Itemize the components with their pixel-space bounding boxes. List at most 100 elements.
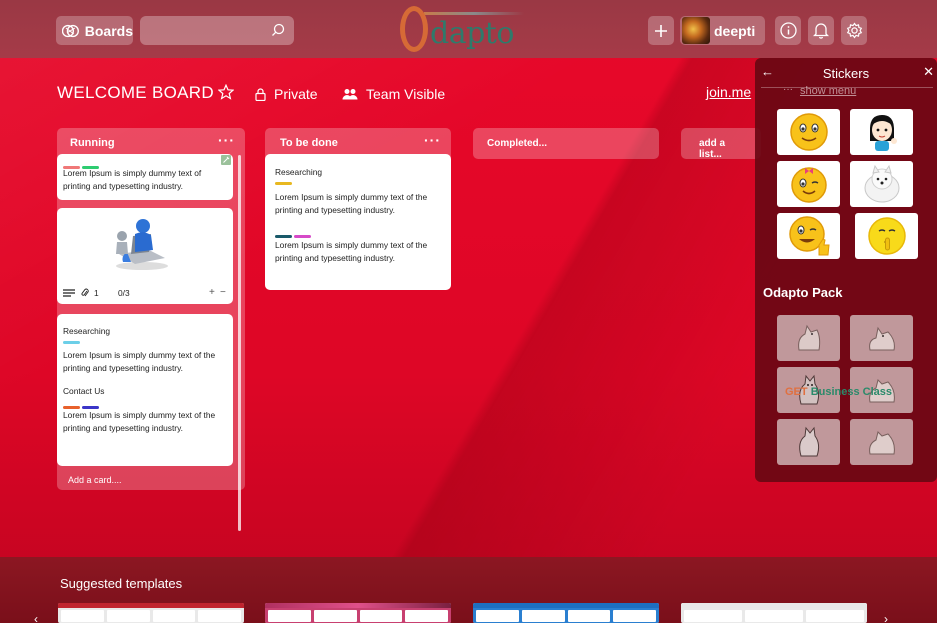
close-icon[interactable]: ✕ (923, 64, 934, 80)
lock-icon (255, 87, 266, 101)
notifications-button[interactable] (808, 16, 834, 45)
boards-icon (62, 24, 79, 37)
add-button[interactable] (648, 16, 674, 45)
sticker-smiley-face[interactable] (777, 109, 840, 155)
attachment-icon (81, 288, 89, 297)
list-title: Completed... (487, 138, 548, 149)
list-menu-button[interactable]: ··· (424, 132, 441, 148)
list-running: Running ··· Lorem Ipsum is simply dummy … (57, 128, 245, 531)
get-business-class-overlay[interactable]: GET Business Class (785, 386, 892, 398)
minus-icon[interactable]: − (220, 286, 226, 299)
business-class-label: Business Class (810, 386, 893, 398)
attachment-count: 1 (94, 288, 99, 298)
logo-text: dapto (430, 16, 514, 51)
card-text: Lorem Ipsum is simply dummy text of the … (275, 240, 428, 263)
visibility-label: Team Visible (366, 86, 446, 102)
template-thumbnail[interactable] (265, 603, 451, 623)
card[interactable]: 1 0/3 + − (57, 208, 233, 304)
description-icon (63, 289, 75, 297)
dog-sketch-icon (868, 326, 895, 351)
top-header: Boards dapto deepti (0, 0, 937, 58)
stickers-panel: ← Stickers ✕ ··· show menu Odapto Pack G… (755, 58, 937, 482)
odapto-logo[interactable]: dapto (400, 4, 525, 56)
list-title[interactable]: To be done (280, 137, 338, 149)
card-title: Contact Us (63, 386, 105, 396)
dog-sketch-icon (798, 426, 819, 457)
add-list-label: add a list... (699, 138, 726, 160)
checklist-count: 0/3 (118, 288, 130, 298)
list-title[interactable]: Running (70, 137, 115, 149)
dog-sketch-icon (868, 431, 895, 455)
label-bar (63, 341, 80, 344)
star-icon[interactable] (218, 84, 234, 100)
sticker-white-dog[interactable] (850, 161, 913, 207)
template-thumbnail[interactable] (681, 603, 867, 623)
card[interactable]: Researching Lorem Ipsum is simply dummy … (57, 314, 233, 466)
list-scrollbar[interactable] (238, 155, 241, 531)
list-menu-button[interactable]: ··· (218, 132, 235, 148)
show-menu-link[interactable]: show menu (800, 85, 856, 97)
plus-icon[interactable]: + (209, 286, 215, 299)
template-thumbnail[interactable] (473, 603, 659, 623)
info-icon (779, 22, 797, 39)
chevron-left-icon[interactable]: ‹ (34, 612, 38, 623)
list-completed[interactable]: Completed... (473, 128, 659, 159)
boards-label: Boards (84, 22, 133, 39)
settings-button[interactable] (841, 16, 867, 45)
card-text: Lorem Ipsum is simply dummy text of prin… (63, 168, 202, 191)
board-title[interactable]: WELCOME BOARD (57, 83, 214, 103)
bell-icon (813, 23, 829, 39)
get-label: GET (785, 386, 808, 398)
search-icon[interactable] (271, 23, 285, 37)
user-menu-button[interactable]: deepti (680, 16, 765, 45)
figure-at-laptop-image (116, 219, 168, 270)
card-text: Lorem Ipsum is simply dummy text of the … (63, 350, 216, 373)
sticker-shush-smiley[interactable] (855, 213, 918, 259)
avatar (682, 17, 710, 44)
white-dog-icon (864, 164, 899, 203)
logo-swoosh (424, 12, 524, 15)
dog-sketch-icon (797, 324, 820, 351)
search-input[interactable] (140, 16, 260, 45)
sticker-girl-cartoon[interactable] (850, 109, 913, 155)
card-title: Researching (275, 167, 323, 177)
pack-sticker[interactable] (850, 419, 913, 465)
winking-smiley-icon (790, 167, 827, 203)
card-title: Researching (63, 326, 111, 336)
boards-button[interactable]: Boards (56, 16, 133, 45)
girl-cartoon-icon (869, 115, 897, 151)
team-icon (342, 89, 358, 100)
pack-sticker[interactable] (777, 419, 840, 465)
template-thumbnail[interactable] (58, 603, 244, 623)
pack-sticker[interactable] (850, 315, 913, 361)
show-menu-dots: ··· (783, 84, 793, 95)
logo-o-mark (400, 6, 428, 52)
add-card-button[interactable]: Add a card.... (68, 475, 122, 485)
smiley-face-icon (789, 113, 828, 151)
thumbs-up-smiley-icon (788, 216, 830, 256)
add-list-button[interactable]: add a list... (681, 128, 761, 160)
sticker-winking-smiley[interactable] (777, 161, 840, 207)
chevron-right-icon[interactable]: › (884, 612, 888, 623)
shush-smiley-icon (867, 217, 906, 255)
user-name: deepti (714, 22, 756, 39)
stickers-title: Stickers (822, 66, 870, 81)
gear-icon (846, 22, 862, 39)
privacy-label: Private (274, 86, 318, 102)
privacy-button[interactable]: Private (255, 86, 318, 102)
sticker-thumbs-up-smiley[interactable] (777, 213, 840, 259)
label-bar (275, 182, 292, 185)
card[interactable]: Lorem Ipsum is simply dummy text of prin… (57, 154, 233, 200)
search-box[interactable] (140, 16, 294, 45)
join-me-link[interactable]: join.me (706, 84, 751, 100)
card-text: Lorem Ipsum is simply dummy text of the … (63, 410, 216, 433)
card[interactable]: Researching Lorem Ipsum is simply dummy … (265, 154, 451, 290)
card-text: Lorem Ipsum is simply dummy text of the … (275, 192, 428, 215)
edit-icon[interactable] (221, 155, 231, 165)
label-bar (294, 235, 311, 238)
team-visibility-button[interactable]: Team Visible (342, 86, 445, 102)
info-button[interactable] (775, 16, 801, 45)
pack-sticker[interactable] (777, 315, 840, 361)
list-to-be-done: To be done ··· Researching Lorem Ipsum i… (265, 128, 451, 290)
templates-title: Suggested templates (60, 576, 183, 591)
